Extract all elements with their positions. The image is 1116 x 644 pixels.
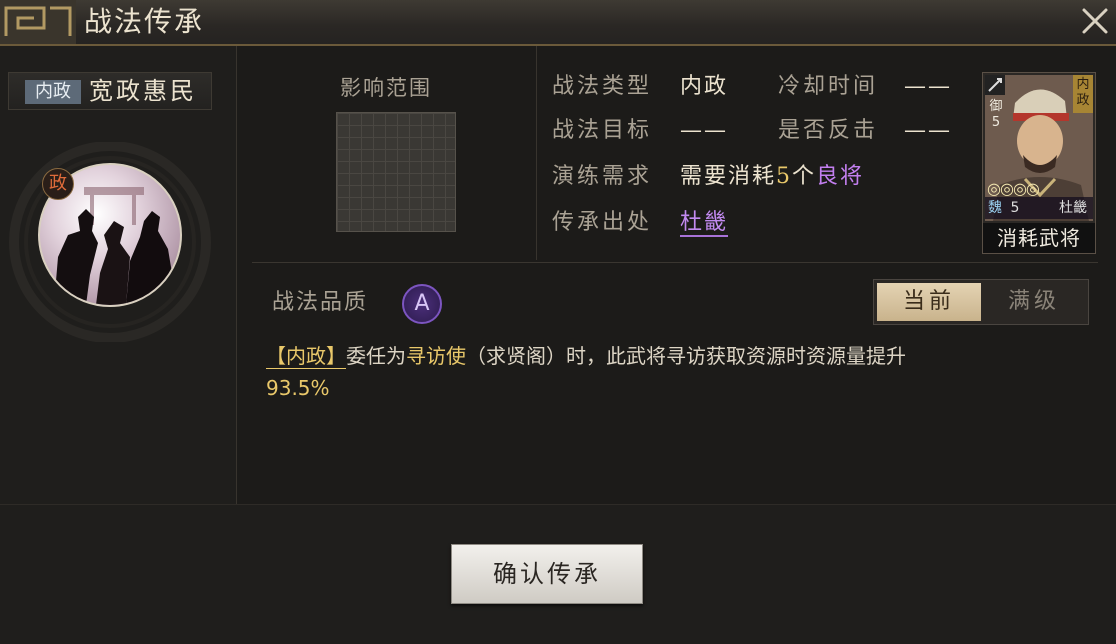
general-faction: 魏 <box>988 200 1002 216</box>
general-level: 5 <box>1010 200 1020 216</box>
general-role-tag: 御 <box>989 99 1003 114</box>
star-icon: ◎ <box>1012 179 1027 198</box>
general-name: 杜畿 <box>1059 200 1087 216</box>
title-bar: 战法传承 <box>0 0 1116 46</box>
source-label: 传承出处 <box>552 210 653 235</box>
target-value: —— <box>680 118 728 143</box>
type-value: 内政 <box>680 74 729 99</box>
range-label: 影响范围 <box>340 76 432 100</box>
general-info-strip: 魏 5 杜畿 <box>985 197 1093 219</box>
skill-name-box: 内政 宽政惠民 <box>8 72 212 110</box>
drill-prefix: 需要消耗 <box>680 164 777 189</box>
description-keyword: 寻访使 <box>406 344 466 368</box>
skill-description: 【内政】委任为寻访使（求贤阁）时，此武将寻访获取资源时资源量提升 93.5% <box>266 340 1092 404</box>
counter-value: —— <box>904 118 952 143</box>
drill-value: 需要消耗5个良将 <box>680 162 864 192</box>
drill-unit: 个 <box>792 164 817 189</box>
tab-current[interactable]: 当前 <box>877 283 981 321</box>
star-icon: ◎ <box>987 179 1001 198</box>
description-text-2: （求贤阁）时，此武将寻访获取资源时资源量提升 <box>466 344 906 368</box>
skill-name: 宽政惠民 <box>89 77 197 105</box>
description-tag: 【内政】 <box>266 344 346 369</box>
confirm-inherit-button[interactable]: 确认传承 <box>451 544 643 604</box>
source-value: 杜畿 <box>680 208 729 238</box>
cooldown-value: —— <box>904 74 952 99</box>
skill-type-badge: 内政 <box>25 80 81 104</box>
drill-label: 演练需求 <box>552 164 653 189</box>
skill-type-icon: 政 <box>42 168 74 200</box>
close-icon[interactable] <box>1078 4 1112 38</box>
target-label: 战法目标 <box>552 118 653 143</box>
title-ornament-icon <box>0 0 76 44</box>
quality-label: 战法品质 <box>272 290 369 315</box>
quality-grade-badge: A <box>402 284 442 324</box>
general-card-caption: 消耗武将 <box>983 223 1095 253</box>
drill-count: 5 <box>776 164 793 189</box>
general-stars: ◎◎◎◎ <box>987 179 1040 198</box>
cooldown-label: 冷却时间 <box>778 74 879 99</box>
general-cost: 5 <box>991 115 1001 130</box>
description-percent: 93.5% <box>266 376 330 400</box>
star-icon: ◎ <box>999 179 1014 198</box>
drill-grade: 良将 <box>816 164 865 189</box>
range-grid <box>336 112 456 232</box>
star-icon: ◎ <box>1025 179 1040 198</box>
window-title: 战法传承 <box>84 5 205 38</box>
description-text-1: 委任为 <box>346 344 406 368</box>
general-card[interactable]: 御 5 内政 ◎◎◎◎ 魏 5 杜畿 消耗武将 <box>982 72 1096 254</box>
general-type-tag: 内政 <box>1073 75 1093 113</box>
divider <box>536 46 537 260</box>
tab-max-level[interactable]: 满级 <box>982 283 1086 321</box>
level-toggle: 当前 满级 <box>873 279 1089 325</box>
source-general-link[interactable]: 杜畿 <box>680 210 729 237</box>
counter-label: 是否反击 <box>778 118 879 143</box>
type-label: 战法类型 <box>552 74 653 99</box>
weapon-icon <box>985 75 1005 95</box>
divider <box>252 262 1098 263</box>
